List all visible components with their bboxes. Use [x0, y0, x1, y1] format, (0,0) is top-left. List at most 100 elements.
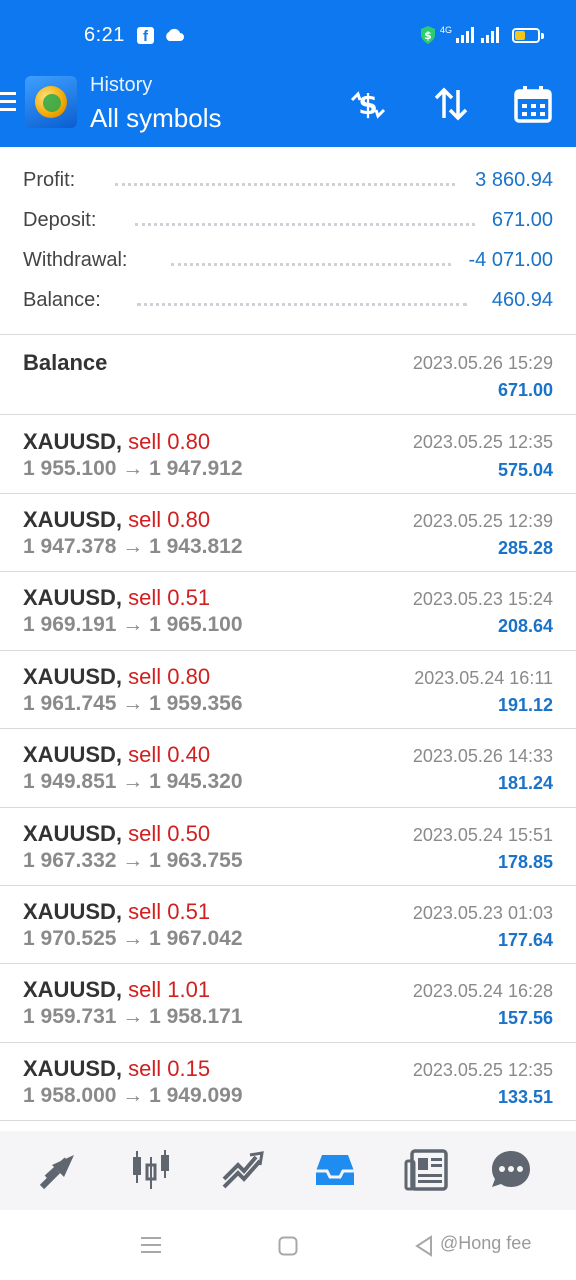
- deal-symbol: XAUUSD,: [23, 899, 123, 924]
- deal-prices: 1 949.851 → 1 945.320: [23, 770, 243, 793]
- header-subtitle: History: [90, 74, 153, 96]
- history-icon[interactable]: [312, 1147, 358, 1193]
- network-type-label: 4G: [440, 25, 453, 35]
- summary-value: -4 071.00: [468, 249, 553, 271]
- deal-side: sell 0.80: [128, 507, 211, 532]
- system-navigation-bar: @Hong fee: [0, 1210, 576, 1280]
- deal-row[interactable]: XAUUSD, sell 0.80 1 961.745 → 1 959.356 …: [0, 651, 576, 729]
- signal-icon: [456, 27, 474, 43]
- deal-symbol: XAUUSD,: [23, 1056, 123, 1081]
- deal-row[interactable]: XAUUSD, sell 0.40 1 949.851 → 1 945.320 …: [0, 729, 576, 808]
- summary-label: Deposit:: [23, 209, 97, 231]
- deal-profit: 285.28: [497, 538, 553, 558]
- app-header: History All symbols $: [0, 70, 576, 147]
- chart-icon[interactable]: [128, 1147, 174, 1193]
- sort-icon[interactable]: [431, 84, 471, 124]
- deal-row[interactable]: XAUUSD, sell 0.80 1 955.100 → 1 947.912 …: [0, 415, 576, 494]
- deal-row[interactable]: XAUUSD, sell 0.50 1 967.332 → 1 963.755 …: [0, 808, 576, 886]
- deal-profit: 181.24: [497, 773, 553, 793]
- deal-symbol: XAUUSD,: [23, 507, 123, 532]
- history-summary: Profit: 3 860.94 Deposit: 671.00 Withdra…: [0, 147, 576, 335]
- deal-date: 2023.05.25 12:35: [412, 1060, 553, 1080]
- deal-prices: 1 961.745 → 1 959.356: [23, 692, 243, 715]
- deal-row[interactable]: XAUUSD, sell 0.51 1 969.191 → 1 965.100 …: [0, 572, 576, 651]
- watermark-text: @Hong fee: [440, 1233, 532, 1253]
- deal-profit: 133.51: [497, 1087, 553, 1107]
- svg-text:$: $: [424, 29, 432, 42]
- summary-value: 671.00: [491, 209, 553, 231]
- deal-date: 2023.05.24 16:28: [412, 981, 553, 1001]
- deal-symbol: XAUUSD,: [23, 585, 123, 610]
- deal-date: 2023.05.23 01:03: [412, 903, 553, 923]
- app-top-bar: 6:21 f $ 4G History All symbols $: [0, 0, 576, 147]
- deal-prices: 1 967.332 → 1 963.755: [23, 849, 243, 872]
- messages-icon[interactable]: [488, 1147, 534, 1193]
- trade-icon[interactable]: [220, 1147, 266, 1193]
- summary-value: 460.94: [491, 289, 553, 311]
- deal-prices: 1 947.378 → 1 943.812: [23, 535, 243, 558]
- deal-profit: 208.64: [497, 616, 553, 636]
- deal-row[interactable]: XAUUSD, sell 0.80 1 947.378 → 1 943.812 …: [0, 494, 576, 572]
- deal-prices: 1 959.731 → 1 958.171: [23, 1005, 243, 1028]
- bottom-navigation: [0, 1131, 576, 1210]
- summary-row-profit: Profit: 3 860.94: [23, 169, 553, 199]
- deal-symbol: XAUUSD,: [23, 977, 123, 1002]
- deal-side: sell 0.80: [128, 664, 211, 689]
- signal-icon: [481, 27, 499, 43]
- balance-operation-row[interactable]: Balance 2023.05.26 15:29 671.00: [0, 335, 576, 415]
- back-icon[interactable]: [414, 1235, 434, 1257]
- deal-date: 2023.05.23 15:24: [412, 589, 553, 609]
- deal-profit: 178.85: [497, 852, 553, 872]
- recent-apps-icon[interactable]: [140, 1235, 162, 1255]
- shield-dollar-icon: $: [421, 26, 435, 44]
- deal-row[interactable]: XAUUSD, sell 1.01 1 959.731 → 1 958.171 …: [0, 964, 576, 1043]
- deal-profit: 177.64: [497, 930, 553, 950]
- svg-text:$: $: [358, 88, 377, 121]
- deal-profit: 575.04: [497, 460, 553, 480]
- deal-symbol: XAUUSD,: [23, 664, 123, 689]
- cloud-icon: [166, 28, 184, 41]
- currency-exchange-icon[interactable]: $: [348, 84, 388, 124]
- page-title[interactable]: All symbols: [90, 103, 221, 134]
- app-logo: [25, 76, 77, 128]
- deal-side: sell 0.80: [128, 429, 211, 454]
- menu-icon[interactable]: [0, 92, 16, 114]
- deal-date: 2023.05.25 12:35: [412, 432, 553, 452]
- deal-date: 2023.05.25 12:39: [412, 511, 553, 531]
- summary-label: Profit:: [23, 169, 76, 191]
- deal-prices: 1 958.000 → 1 949.099: [23, 1084, 243, 1107]
- home-icon[interactable]: [278, 1236, 298, 1256]
- deal-side: sell 0.51: [128, 585, 211, 610]
- summary-row-balance: Balance: 460.94: [23, 289, 553, 319]
- summary-label: Balance:: [23, 289, 101, 311]
- deal-date: 2023.05.26 15:29: [412, 353, 553, 373]
- status-time: 6:21: [84, 24, 125, 46]
- deal-row[interactable]: XAUUSD, sell 0.51 1 970.525 → 1 967.042 …: [0, 886, 576, 964]
- deal-row[interactable]: XAUUSD, sell 0.15 1 958.000 → 1 949.099 …: [0, 1043, 576, 1121]
- deal-side: sell 0.15: [128, 1056, 211, 1081]
- calendar-icon[interactable]: [513, 84, 553, 124]
- quotes-icon[interactable]: [36, 1147, 82, 1193]
- deal-side: sell 0.40: [128, 742, 211, 767]
- deal-date: 2023.05.24 16:11: [414, 668, 553, 688]
- deal-prices: 1 969.191 → 1 965.100: [23, 613, 243, 636]
- deal-date: 2023.05.24 15:51: [412, 825, 553, 845]
- summary-row-withdrawal: Withdrawal: -4 071.00: [23, 249, 553, 279]
- deal-profit: 157.56: [497, 1008, 553, 1028]
- facebook-icon: f: [137, 27, 154, 45]
- battery-icon: [512, 28, 544, 43]
- deal-side: sell 0.51: [128, 899, 211, 924]
- status-bar: 6:21 f $ 4G: [0, 0, 576, 70]
- news-icon[interactable]: [404, 1147, 450, 1193]
- summary-label: Withdrawal:: [23, 249, 128, 271]
- deal-amount: 671.00: [497, 380, 553, 400]
- deal-symbol: XAUUSD,: [23, 742, 123, 767]
- deal-prices: 1 970.525 → 1 967.042: [23, 927, 243, 950]
- deal-side: sell 1.01: [128, 977, 211, 1002]
- summary-value: 3 860.94: [475, 169, 553, 191]
- deal-symbol: XAUUSD,: [23, 429, 123, 454]
- deal-side: sell 0.50: [128, 821, 211, 846]
- deal-prices: 1 955.100 → 1 947.912: [23, 457, 243, 480]
- balance-entry-title: Balance: [23, 350, 108, 375]
- summary-row-deposit: Deposit: 671.00: [23, 209, 553, 239]
